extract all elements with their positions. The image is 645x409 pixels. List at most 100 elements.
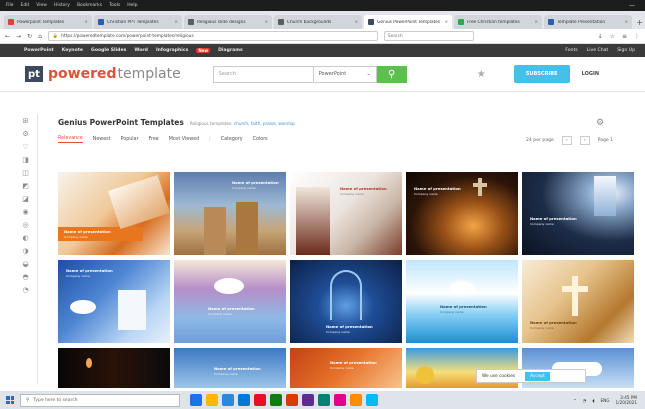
- forward-icon[interactable]: →: [16, 33, 21, 40]
- browser-tab[interactable]: Powerpoint Templates ×: [4, 15, 93, 29]
- menu-view[interactable]: View: [36, 3, 47, 8]
- template-card[interactable]: Name of presentation Company name: [174, 348, 286, 388]
- chevron-up-icon[interactable]: ⌃: [573, 398, 577, 403]
- filter-colors[interactable]: Colors: [253, 137, 268, 142]
- favorites-star-icon[interactable]: ★: [477, 69, 486, 80]
- filter-most-viewed[interactable]: Most Viewed: [169, 137, 199, 142]
- taskbar-app-icon[interactable]: [238, 394, 250, 406]
- sidebar-tool-icon[interactable]: ◒: [22, 261, 29, 268]
- browser-tab[interactable]: Free Christian templates ×: [454, 15, 543, 29]
- template-card[interactable]: Name of presentation Company name: [522, 260, 634, 343]
- volume-icon[interactable]: ◖: [592, 398, 594, 403]
- per-page-select[interactable]: 24 per page: [526, 138, 554, 143]
- site-search-input[interactable]: Search: [212, 65, 313, 83]
- sidebar-tool-icon[interactable]: ◩: [22, 183, 29, 190]
- network-icon[interactable]: ◔: [583, 398, 587, 403]
- template-card[interactable]: Name of presentation Company name: [58, 260, 170, 343]
- taskbar-app-icon[interactable]: [366, 394, 378, 406]
- taskbar-app-icon[interactable]: [206, 394, 218, 406]
- sidebar-tool-icon[interactable]: ⚙: [22, 131, 29, 138]
- filter-relevance[interactable]: Relevance: [58, 136, 83, 143]
- filter-popular[interactable]: Popular: [121, 137, 139, 142]
- browser-tab[interactable]: Genius PowerPoint Templates ×: [364, 15, 453, 29]
- close-icon[interactable]: ×: [625, 20, 629, 25]
- filter-newest[interactable]: Newest: [93, 137, 111, 142]
- template-card[interactable]: [58, 348, 170, 388]
- nav-infographics[interactable]: Infographics: [156, 48, 188, 53]
- language-indicator[interactable]: ENG: [600, 398, 609, 403]
- logo-mark[interactable]: pt: [25, 66, 43, 82]
- login-link[interactable]: LOGIN: [582, 71, 599, 77]
- template-card[interactable]: Name of presentation Company name: [522, 172, 634, 255]
- home-icon[interactable]: ⌂: [38, 33, 42, 40]
- url-field[interactable]: 🔒 https://poweredtemplate.com/powerpoint…: [47, 31, 378, 41]
- menu-help[interactable]: Help: [127, 3, 137, 8]
- reload-icon[interactable]: ↻: [27, 33, 32, 40]
- nav-google-slides[interactable]: Google Slides: [91, 48, 126, 53]
- library-icon[interactable]: ≡: [622, 33, 627, 40]
- nav-powerpoint[interactable]: PowerPoint: [24, 48, 54, 53]
- template-card[interactable]: Name of presentation Company name: [290, 172, 402, 255]
- gear-icon[interactable]: ⚙: [596, 118, 604, 128]
- browser-tab[interactable]: Christian PPT Templates ×: [94, 15, 183, 29]
- template-card[interactable]: Name of presentation Company name: [290, 348, 402, 388]
- sidebar-tool-icon[interactable]: ◔: [22, 287, 29, 294]
- menu-file[interactable]: File: [6, 3, 14, 8]
- template-card[interactable]: Name of presentation Company name: [58, 172, 170, 255]
- subscribe-button[interactable]: SUBSCRIBE: [513, 65, 570, 83]
- nav-diagrams[interactable]: Diagrams: [218, 48, 243, 53]
- search-button[interactable]: ⚲: [376, 65, 407, 83]
- template-card[interactable]: Name of presentation Company name: [174, 260, 286, 343]
- menu-icon[interactable]: ⋮: [634, 33, 640, 40]
- nav-live-chat[interactable]: Live Chat: [587, 48, 609, 53]
- sidebar-tool-icon[interactable]: ◉: [22, 209, 29, 216]
- close-icon[interactable]: ×: [174, 20, 178, 25]
- template-card[interactable]: Name of presentation Company name: [174, 172, 286, 255]
- logo-text[interactable]: powered: [48, 66, 117, 82]
- filter-free[interactable]: Free: [149, 137, 159, 142]
- subtitle-link[interactable]: church, faith, praise, worship: [234, 121, 295, 126]
- sidebar-tool-icon[interactable]: ◑: [22, 248, 29, 255]
- filter-category[interactable]: Category: [221, 137, 243, 142]
- sidebar-tool-icon[interactable]: ◨: [22, 157, 29, 164]
- sidebar-tool-icon[interactable]: ♡: [22, 144, 29, 151]
- search-category-select[interactable]: PowerPoint ⌄: [312, 65, 377, 83]
- clock[interactable]: 3:45 PM 1/20/2021: [616, 395, 637, 405]
- download-icon[interactable]: ↓: [598, 33, 603, 40]
- new-tab-button[interactable]: +: [634, 15, 645, 29]
- close-icon[interactable]: ×: [444, 20, 448, 25]
- menu-history[interactable]: History: [54, 3, 70, 8]
- close-icon[interactable]: ×: [264, 20, 268, 25]
- nav-fonts[interactable]: Fonts: [565, 48, 577, 53]
- taskbar-search-input[interactable]: ⚲ Type here to search: [20, 393, 180, 407]
- browser-tab[interactable]: Church backgrounds ×: [274, 15, 363, 29]
- taskbar-app-icon[interactable]: [334, 394, 346, 406]
- menu-edit[interactable]: Edit: [21, 3, 30, 8]
- browser-tab[interactable]: Template Presentation ×: [544, 15, 633, 29]
- taskbar-app-icon[interactable]: [190, 394, 202, 406]
- browser-search-input[interactable]: Search: [383, 31, 474, 41]
- nav-word[interactable]: Word: [134, 48, 148, 53]
- cookie-accept-button[interactable]: Accept: [525, 371, 550, 381]
- sidebar-tool-icon[interactable]: ⊞: [22, 118, 29, 125]
- template-card[interactable]: Name of presentation Company name: [406, 172, 518, 255]
- nav-keynote[interactable]: Keynote: [62, 48, 83, 53]
- bookmark-star-icon[interactable]: ☆: [610, 33, 615, 40]
- taskbar-app-icon[interactable]: [318, 394, 330, 406]
- menu-tools[interactable]: Tools: [109, 3, 120, 8]
- template-card[interactable]: Name of presentation Company name: [290, 260, 402, 343]
- back-icon[interactable]: ←: [5, 33, 10, 40]
- taskbar-app-icon[interactable]: [254, 394, 266, 406]
- template-card[interactable]: Name of presentation Company name: [406, 260, 518, 343]
- next-page-button[interactable]: ›: [579, 136, 590, 145]
- sidebar-tool-icon[interactable]: ◫: [22, 170, 29, 177]
- windows-start-icon[interactable]: [4, 394, 16, 406]
- sidebar-tool-icon[interactable]: ◐: [22, 235, 29, 242]
- taskbar-app-icon[interactable]: [222, 394, 234, 406]
- close-icon[interactable]: ×: [354, 20, 358, 25]
- sidebar-tool-icon[interactable]: ◓: [22, 274, 29, 281]
- prev-page-button[interactable]: ‹: [561, 136, 572, 145]
- close-icon[interactable]: ×: [84, 20, 88, 25]
- taskbar-app-icon[interactable]: [270, 394, 282, 406]
- nav-sign-up[interactable]: Sign Up: [617, 48, 635, 53]
